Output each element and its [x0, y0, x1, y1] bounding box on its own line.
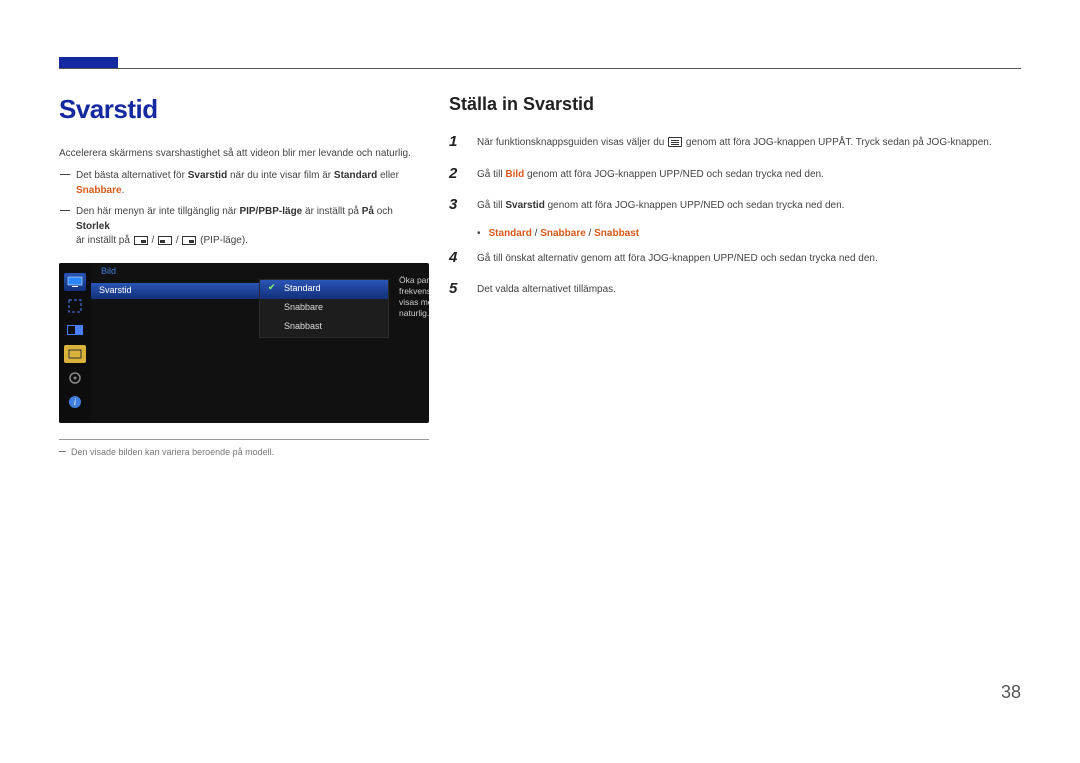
- step3-post: genom att föra JOG-knappen UPP/NED och s…: [545, 200, 845, 211]
- step-5-text: Det valda alternativet tillämpas.: [477, 280, 1019, 298]
- step1-pre: När funktionsknappsguiden visas väljer d…: [477, 137, 667, 148]
- footnote-text: Den visade bilden kan variera beroende p…: [59, 447, 429, 457]
- options-text: Standard / Snabbare / Snabbast: [489, 228, 640, 239]
- step-1: 1 När funktionsknappsguiden visas väljer…: [449, 133, 1019, 151]
- pip-size-icon-3: [182, 236, 196, 245]
- step-5: 5 Det valda alternativet tillämpas.: [449, 280, 1019, 298]
- step-3: 3 Gå till Svarstid genom att föra JOG-kn…: [449, 196, 1019, 214]
- opt-snabbare: Snabbare: [540, 228, 586, 239]
- step-2-text: Gå till Bild genom att föra JOG-knappen …: [477, 165, 1019, 183]
- osd-icon-pip: [64, 321, 86, 339]
- step2-post: genom att föra JOG-knappen UPP/NED och s…: [524, 169, 824, 180]
- step2-pre: Gå till: [477, 169, 505, 180]
- osd-breadcrumb: Bild: [91, 263, 429, 279]
- osd-description: Öka panelens frekvens så att videon visa…: [399, 275, 429, 319]
- opt-standard: Standard: [489, 228, 532, 239]
- step-1-text: När funktionsknappsguiden visas väljer d…: [477, 133, 1019, 151]
- note2-bold-pa: På: [362, 206, 374, 217]
- osd-screenshot: i Bild Svarstid Standard Snabbare Snabba…: [59, 263, 429, 423]
- step-num-4: 4: [449, 249, 463, 266]
- osd-icon-settings: [64, 369, 86, 387]
- note2-text-pre: Den här menyn är inte tillgänglig när: [76, 206, 239, 217]
- menu-icon: [668, 137, 682, 147]
- osd-option-snabbast: Snabbast: [260, 318, 388, 337]
- note1-orange-snabbare: Snabbare: [76, 185, 122, 196]
- bullet-dot: •: [477, 228, 481, 239]
- note1-text-mid2: eller: [377, 170, 399, 181]
- step1-post: genom att föra JOG-knappen UPPÅT. Tryck …: [683, 137, 992, 148]
- pip-size-icon-2: [158, 236, 172, 245]
- osd-icon-info: i: [64, 393, 86, 411]
- note2-bold-pip: PIP/PBP-läge: [239, 206, 302, 217]
- step-3-text: Gå till Svarstid genom att föra JOG-knap…: [477, 196, 1019, 214]
- note2-text-mid: är inställt på: [302, 206, 361, 217]
- note2-line2-suf: (PIP-läge).: [197, 235, 248, 246]
- header-rule: [59, 68, 1021, 69]
- section-title-svarstid: Svarstid: [59, 94, 429, 125]
- footnote-rule: [59, 439, 429, 440]
- header-accent-bar: [59, 57, 118, 68]
- steps-list: 1 När funktionsknappsguiden visas väljer…: [449, 133, 1019, 298]
- opt-sep1: /: [532, 228, 540, 239]
- step-num-5: 5: [449, 280, 463, 297]
- step-num-3: 3: [449, 196, 463, 213]
- note-1: Det bästa alternativet för Svarstid när …: [59, 169, 429, 198]
- note1-bold-standard: Standard: [334, 170, 377, 181]
- osd-icon-picture: [64, 273, 86, 291]
- intro-text: Accelerera skärmens svarshastighet så at…: [59, 147, 429, 161]
- left-column: Svarstid Accelerera skärmens svarshastig…: [59, 94, 429, 423]
- osd-submenu: Standard Snabbare Snabbast: [259, 279, 389, 338]
- pip-size-icon-1: [134, 236, 148, 245]
- note2-line2-pre: är inställt på: [76, 235, 133, 246]
- note2-text-mid2: och: [374, 206, 393, 217]
- step-4: 4 Gå till önskat alternativ genom att fö…: [449, 249, 1019, 267]
- note1-text-end: .: [122, 185, 125, 196]
- note2-bold-storlek: Storlek: [76, 221, 110, 232]
- osd-icon-screen: [64, 297, 86, 315]
- osd-option-standard: Standard: [260, 280, 388, 299]
- osd-icon-display: [64, 345, 86, 363]
- step2-bold: Bild: [505, 169, 524, 180]
- note1-text-pre: Det bästa alternativet för: [76, 170, 188, 181]
- note-2: Den här menyn är inte tillgänglig när PI…: [59, 205, 429, 249]
- section-title-installa: Ställa in Svarstid: [449, 94, 1019, 115]
- step3-bold: Svarstid: [505, 200, 544, 211]
- osd-option-snabbare: Snabbare: [260, 299, 388, 318]
- step-num-2: 2: [449, 165, 463, 182]
- options-bullet: • Standard / Snabbare / Snabbast: [477, 228, 1019, 239]
- right-column: Ställa in Svarstid 1 När funktionsknapps…: [449, 94, 1019, 312]
- step-num-1: 1: [449, 133, 463, 150]
- opt-sep2: /: [586, 228, 594, 239]
- note1-bold-svarstid: Svarstid: [188, 170, 227, 181]
- osd-sidebar: i: [59, 263, 91, 423]
- note1-text-mid: när du inte visar film är: [227, 170, 334, 181]
- opt-snabbast: Snabbast: [594, 228, 639, 239]
- osd-selected-row: Svarstid: [91, 283, 259, 299]
- step3-pre: Gå till: [477, 200, 505, 211]
- step-2: 2 Gå till Bild genom att föra JOG-knappe…: [449, 165, 1019, 183]
- page-number: 38: [1001, 682, 1021, 703]
- step-4-text: Gå till önskat alternativ genom att föra…: [477, 249, 1019, 267]
